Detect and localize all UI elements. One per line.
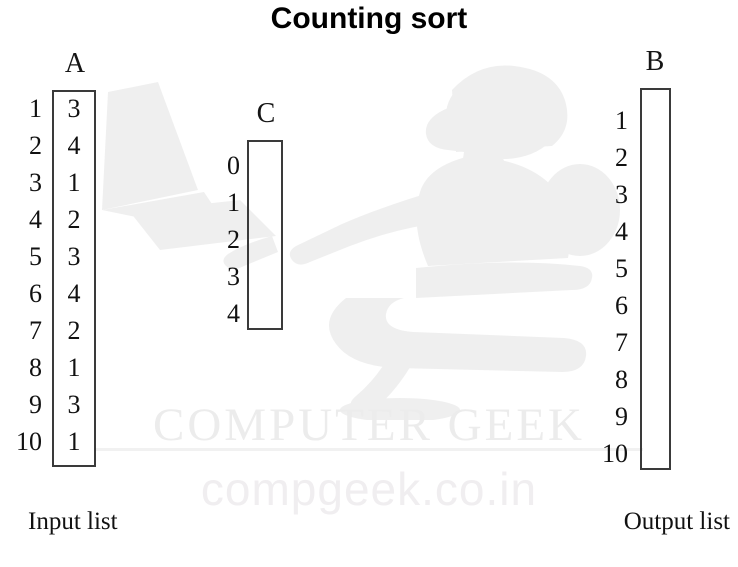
array-a-index: 2	[29, 131, 42, 160]
array-b-value-column	[642, 108, 669, 490]
array-a-index: 4	[29, 205, 42, 234]
array-c-index: 4	[227, 299, 240, 328]
array-a-index: 9	[29, 390, 42, 419]
array-b-index: 10	[602, 439, 628, 468]
watermark-illustration-icon	[102, 65, 620, 420]
array-a-cell[interactable]: 2	[54, 207, 94, 233]
array-b-index: 1	[615, 106, 628, 135]
array-c-index-column: 0 1 2 3 4	[200, 153, 240, 343]
array-b-index-column: 1 2 3 4 5 6 7 8 9 10	[588, 108, 628, 490]
array-a-cell[interactable]: 1	[54, 429, 94, 455]
array-label-b: B	[645, 46, 665, 77]
input-list-caption: Input list	[28, 508, 118, 535]
array-a-cell[interactable]: 3	[54, 244, 94, 270]
array-c-index: 0	[227, 151, 240, 180]
array-b-index: 2	[615, 143, 628, 172]
array-a-cell[interactable]: 3	[54, 392, 94, 418]
array-a-cell[interactable]: 2	[54, 318, 94, 344]
array-c-index: 3	[227, 262, 240, 291]
array-label-a: A	[64, 48, 86, 79]
array-a-index-column: 1 2 3 4 5 6 7 8 9 10	[0, 96, 42, 473]
array-a-index: 5	[29, 242, 42, 271]
array-a-cell[interactable]: 4	[54, 281, 94, 307]
array-b-index: 5	[615, 254, 628, 283]
array-c-value-column	[249, 153, 281, 343]
array-b-index: 6	[615, 291, 628, 320]
array-b-index: 8	[615, 365, 628, 394]
array-a-index: 10	[16, 427, 42, 456]
array-a-cell[interactable]: 3	[54, 96, 94, 122]
array-a-cell[interactable]: 1	[54, 170, 94, 196]
array-b-index: 3	[615, 180, 628, 209]
output-list-caption: Output list	[623, 508, 730, 535]
counting-sort-diagram: COMPUTER GEEK compgeek.co.in Counting so…	[0, 0, 738, 567]
array-a-value-column: 3 4 1 2 3 4 2 1 3 1	[54, 96, 94, 473]
array-c-index: 1	[227, 188, 240, 217]
watermark-divider	[95, 448, 643, 451]
array-a-index: 3	[29, 168, 42, 197]
array-b-index: 9	[615, 402, 628, 431]
array-b-index: 7	[615, 328, 628, 357]
page-title: Counting sort	[270, 2, 468, 35]
array-a-index: 7	[29, 316, 42, 345]
array-a-index: 1	[29, 94, 42, 123]
array-a-index: 8	[29, 353, 42, 382]
array-a-cell[interactable]: 1	[54, 355, 94, 381]
array-c-index: 2	[227, 225, 240, 254]
array-a-cell[interactable]: 4	[54, 133, 94, 159]
array-a-index: 6	[29, 279, 42, 308]
array-b-index: 4	[615, 217, 628, 246]
array-label-c: C	[256, 98, 276, 129]
